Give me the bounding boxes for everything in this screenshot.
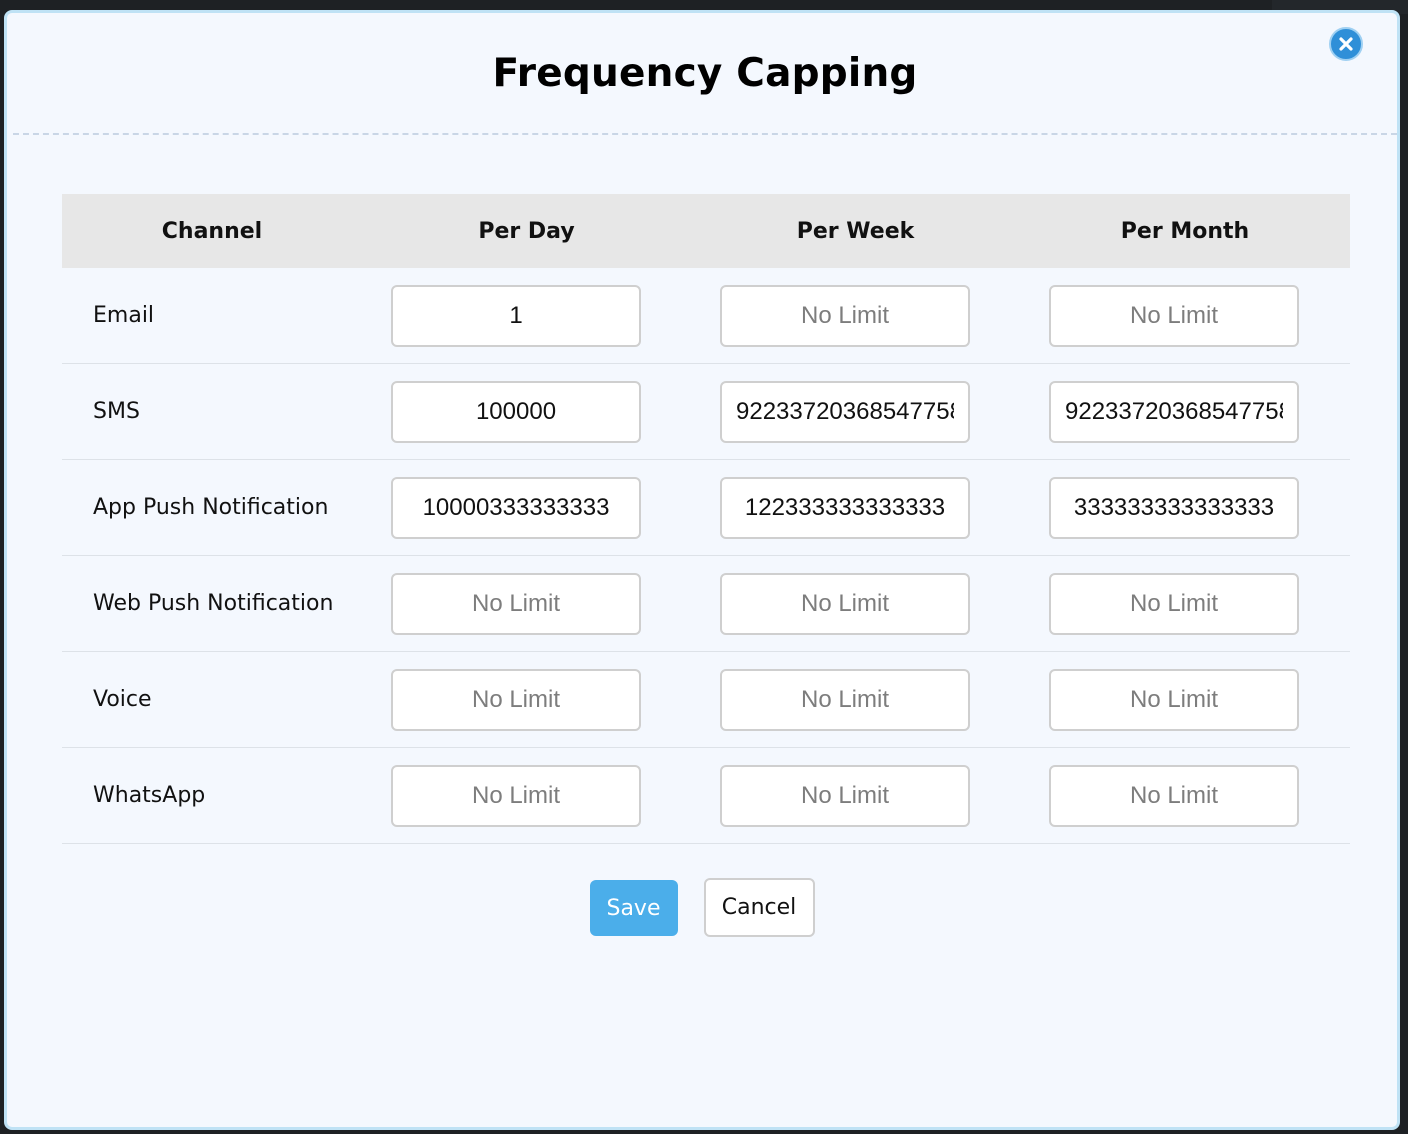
per-day-cell (362, 555, 691, 652)
per-week-cell (691, 268, 1020, 364)
modal-header: Frequency Capping (13, 13, 1397, 135)
header-per-week: Per Week (691, 194, 1020, 268)
modal-actions: Save Cancel (7, 878, 1397, 937)
voice-per-day-input[interactable] (391, 668, 641, 731)
per-month-cell (1020, 651, 1350, 748)
channel-name: Email (93, 303, 155, 328)
per-month-cell (1020, 555, 1350, 652)
web-push-per-week-input[interactable] (720, 572, 970, 635)
header-per-day: Per Day (362, 194, 691, 268)
per-week-cell (691, 651, 1020, 748)
table-row-email: Email (62, 268, 1350, 364)
table-row-voice: Voice (62, 651, 1350, 748)
whatsapp-per-week-input[interactable] (720, 764, 970, 827)
per-week-cell (691, 555, 1020, 652)
table-header-row: Channel Per Day Per Week Per Month (62, 194, 1350, 268)
table-row-web-push: Web Push Notification (62, 555, 1350, 652)
per-day-cell (362, 459, 691, 556)
email-per-week-input[interactable] (720, 284, 970, 347)
channel-name: Web Push Notification (93, 591, 334, 616)
app-push-per-month-input[interactable] (1049, 476, 1299, 539)
table-row-app-push: App Push Notification (62, 459, 1350, 556)
app-push-per-day-input[interactable] (391, 476, 641, 539)
per-week-cell (691, 363, 1020, 460)
modal-title: Frequency Capping (492, 51, 918, 96)
frequency-capping-modal: Frequency Capping Channel Per Day Per We… (4, 10, 1400, 1130)
app-push-per-week-input[interactable] (720, 476, 970, 539)
per-week-cell (691, 747, 1020, 844)
channel-cell: Voice (62, 651, 362, 748)
per-month-cell (1020, 747, 1350, 844)
channel-cell: Email (62, 268, 362, 364)
email-per-month-input[interactable] (1049, 284, 1299, 347)
web-push-per-month-input[interactable] (1049, 572, 1299, 635)
voice-per-week-input[interactable] (720, 668, 970, 731)
per-month-cell (1020, 459, 1350, 556)
channel-name: WhatsApp (93, 783, 206, 808)
channel-cell: Web Push Notification (62, 555, 362, 652)
cancel-button[interactable]: Cancel (703, 878, 815, 937)
header-channel: Channel (62, 194, 362, 268)
sms-per-month-input[interactable] (1049, 380, 1299, 443)
sms-per-day-input[interactable] (391, 380, 641, 443)
voice-per-month-input[interactable] (1049, 668, 1299, 731)
channel-name: App Push Notification (93, 495, 329, 520)
table-row-whatsapp: WhatsApp (62, 747, 1350, 844)
whatsapp-per-month-input[interactable] (1049, 764, 1299, 827)
channel-cell: SMS (62, 363, 362, 460)
per-day-cell (362, 268, 691, 364)
save-button[interactable]: Save (589, 880, 678, 936)
channel-cell: App Push Notification (62, 459, 362, 556)
channel-name: SMS (93, 399, 140, 424)
frequency-capping-table: Channel Per Day Per Week Per Month Email… (62, 194, 1350, 844)
web-push-per-day-input[interactable] (391, 572, 641, 635)
whatsapp-per-day-input[interactable] (391, 764, 641, 827)
per-week-cell (691, 459, 1020, 556)
sms-per-week-input[interactable] (720, 380, 970, 443)
close-button[interactable] (1329, 27, 1363, 61)
per-day-cell (362, 363, 691, 460)
per-month-cell (1020, 268, 1350, 364)
table-row-sms: SMS (62, 363, 1350, 460)
per-day-cell (362, 747, 691, 844)
close-icon (1339, 37, 1353, 51)
channel-cell: WhatsApp (62, 747, 362, 844)
channel-name: Voice (93, 687, 152, 712)
header-per-month: Per Month (1020, 194, 1350, 268)
per-month-cell (1020, 363, 1350, 460)
email-per-day-input[interactable] (391, 284, 641, 347)
per-day-cell (362, 651, 691, 748)
